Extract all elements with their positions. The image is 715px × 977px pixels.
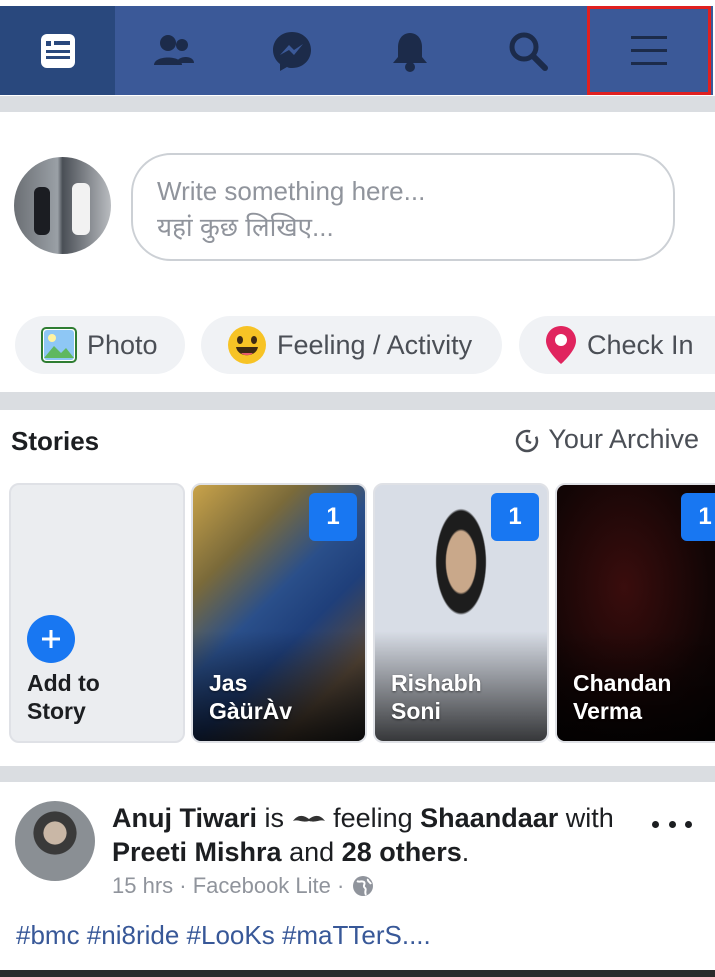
- add-to-story-label: Add to Story: [27, 669, 100, 725]
- your-archive-link[interactable]: Your Archive: [514, 424, 699, 455]
- post-time[interactable]: 15 hrs · Facebook Lite ·: [112, 873, 344, 899]
- nav-search[interactable]: [469, 6, 587, 95]
- and-text: and: [289, 837, 335, 867]
- archive-clock-icon: [516, 429, 539, 452]
- story-name-line1: Jas: [209, 670, 248, 696]
- globe-icon: [353, 876, 374, 896]
- smiley-icon: [227, 325, 267, 365]
- tagged-name[interactable]: Preeti Mishra: [112, 837, 282, 867]
- story-name-line2: Soni: [391, 698, 441, 724]
- add-story-line2: Story: [27, 698, 86, 724]
- add-story-line1: Add to: [27, 670, 100, 696]
- feeling-text: feeling: [333, 803, 413, 833]
- feeling-label: Feeling / Activity: [277, 329, 473, 360]
- dot: [668, 820, 676, 828]
- composer-actions: Photo Feeling / Activity Check In: [0, 316, 715, 374]
- story-name-line2: Verma: [573, 698, 643, 724]
- nav-bar: [0, 6, 713, 95]
- divider: [0, 96, 715, 112]
- post-image-edge: [0, 970, 715, 977]
- news-feed-icon: [40, 33, 75, 68]
- story-card[interactable]: 1 Rishabh Soni: [373, 483, 549, 743]
- top-bar: [0, 0, 715, 96]
- divider: [0, 392, 715, 410]
- photo-button[interactable]: Photo: [15, 316, 185, 374]
- feeling-activity-button[interactable]: Feeling / Activity: [201, 316, 502, 374]
- story-card[interactable]: 1 Jas GàürÀv: [191, 483, 367, 743]
- story-count-badge: 1: [491, 493, 539, 541]
- is-text: is: [264, 803, 285, 833]
- add-to-story-card[interactable]: Add to Story: [9, 483, 185, 743]
- story-name-line2: GàürÀv: [209, 698, 293, 724]
- story-count-badge: 1: [681, 493, 715, 541]
- author-name[interactable]: Anuj Tiwari: [112, 803, 257, 833]
- post-header: Anuj Tiwari is feeling Shaandaar with Pr…: [112, 801, 652, 869]
- post-text[interactable]: #bmc #ni8ride #LooKs #maTTerS....: [16, 920, 431, 951]
- nav-messenger[interactable]: [233, 6, 351, 95]
- divider: [0, 766, 715, 782]
- mustache-icon: [292, 815, 325, 822]
- story-name: Chandan Verma: [573, 669, 715, 725]
- nav-menu[interactable]: [587, 6, 711, 95]
- story-name-line1: Chandan: [573, 670, 672, 696]
- plus-icon: [27, 615, 75, 663]
- post-more-button[interactable]: [652, 812, 692, 836]
- dot: [652, 820, 659, 828]
- search-icon: [509, 32, 548, 71]
- nav-friends[interactable]: [115, 6, 233, 95]
- period: .: [461, 837, 470, 867]
- bell-icon: [393, 32, 427, 72]
- with-text: with: [565, 803, 614, 833]
- check-in-label: Check In: [587, 329, 694, 360]
- messenger-icon: [273, 31, 311, 71]
- your-archive-label: Your Archive: [548, 424, 699, 454]
- status-placeholder-hi: यहां कुछ लिखिए...: [157, 212, 334, 242]
- status-placeholder-en: Write something here...: [157, 176, 426, 206]
- story-name: Rishabh Soni: [391, 669, 541, 725]
- stories-title: Stories: [11, 426, 100, 456]
- story-name-line1: Rishabh: [391, 670, 482, 696]
- author-avatar[interactable]: [15, 801, 95, 881]
- hamburger-menu-icon: [631, 35, 667, 65]
- photo-label: Photo: [87, 329, 158, 360]
- dot: [685, 820, 692, 828]
- story-count-badge: 1: [309, 493, 357, 541]
- friends-icon: [154, 34, 194, 65]
- story-name: Jas GàürÀv: [209, 669, 359, 725]
- status-input[interactable]: Write something here... यहां कुछ लिखिए..…: [131, 153, 675, 261]
- nav-news-feed[interactable]: [0, 6, 115, 95]
- location-pin-icon: [545, 325, 577, 365]
- post-meta: 15 hrs · Facebook Lite ·: [112, 873, 374, 899]
- check-in-button[interactable]: Check In: [519, 316, 715, 374]
- nav-notifications[interactable]: [351, 6, 469, 95]
- story-card[interactable]: 1 Chandan Verma: [555, 483, 715, 743]
- photo-icon: [41, 327, 77, 363]
- feeling-word: Shaandaar: [420, 803, 559, 833]
- user-avatar[interactable]: [14, 157, 111, 254]
- others-link[interactable]: 28 others: [342, 837, 462, 867]
